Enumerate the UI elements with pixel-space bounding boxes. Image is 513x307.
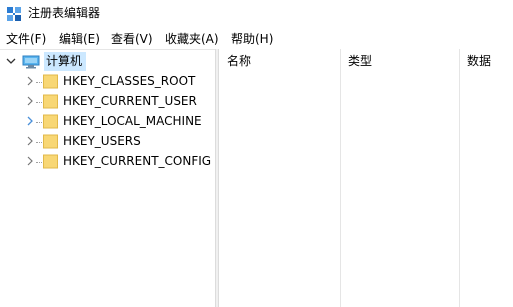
menu-view[interactable]: 查看(V) [111, 31, 153, 47]
folder-icon [43, 114, 58, 129]
chevron-right-icon[interactable] [24, 135, 36, 147]
chevron-right-icon[interactable] [24, 115, 36, 127]
chevron-down-icon[interactable] [5, 55, 17, 67]
tree-connector [36, 102, 42, 103]
menu-favorites[interactable]: 收藏夹(A) [165, 31, 219, 47]
tree-node-label: 计算机 [46, 54, 83, 68]
folder-icon [43, 74, 58, 89]
tree-node-label: HKEY_CURRENT_USER [63, 94, 197, 108]
tree-node-hkey-current-config[interactable]: HKEY_CURRENT_CONFIG [0, 152, 215, 172]
tree-connector [36, 122, 42, 123]
tree-node-hkey-current-user[interactable]: HKEY_CURRENT_USER [0, 92, 215, 112]
tree-connector [36, 162, 42, 163]
values-list[interactable]: 名称 类型 数据 [219, 49, 513, 307]
title-bar[interactable]: 注册表编辑器 [0, 0, 513, 29]
chevron-right-icon[interactable] [24, 95, 36, 107]
folder-icon [43, 134, 58, 149]
tree-node-hkey-local-machine[interactable]: HKEY_LOCAL_MACHINE [0, 112, 215, 132]
menu-file[interactable]: 文件(F) [6, 31, 46, 47]
regedit-icon [7, 7, 21, 21]
column-header-type[interactable]: 类型 [340, 49, 459, 73]
tree-node-label: HKEY_USERS [63, 134, 141, 148]
window-title: 注册表编辑器 [28, 6, 101, 20]
tree-connector [36, 142, 42, 143]
column-divider[interactable] [340, 49, 341, 307]
tree-node-computer[interactable]: 计算机 [0, 52, 215, 72]
column-divider[interactable] [459, 49, 460, 307]
folder-icon [43, 154, 58, 169]
menu-bar: 文件(F) 编辑(E) 查看(V) 收藏夹(A) 帮助(H) [0, 29, 513, 49]
computer-icon [22, 55, 40, 69]
tree-node-label: HKEY_CLASSES_ROOT [63, 74, 196, 88]
folder-icon [43, 94, 58, 109]
registry-tree[interactable]: 计算机 HKEY_CLASSES_ROOT HKEY_CURRENT_USER … [0, 49, 215, 307]
column-header-data[interactable]: 数据 [459, 49, 513, 73]
chevron-right-icon[interactable] [24, 155, 36, 167]
tree-node-label: HKEY_CURRENT_CONFIG [63, 154, 212, 168]
menu-edit[interactable]: 编辑(E) [59, 31, 100, 47]
tree-node-hkey-classes-root[interactable]: HKEY_CLASSES_ROOT [0, 72, 215, 92]
tree-connector [36, 82, 42, 83]
menu-help[interactable]: 帮助(H) [231, 31, 273, 47]
tree-node-label: HKEY_LOCAL_MACHINE [63, 114, 202, 128]
chevron-right-icon[interactable] [24, 75, 36, 87]
tree-node-hkey-users[interactable]: HKEY_USERS [0, 132, 215, 152]
column-header-name[interactable]: 名称 [219, 49, 340, 73]
